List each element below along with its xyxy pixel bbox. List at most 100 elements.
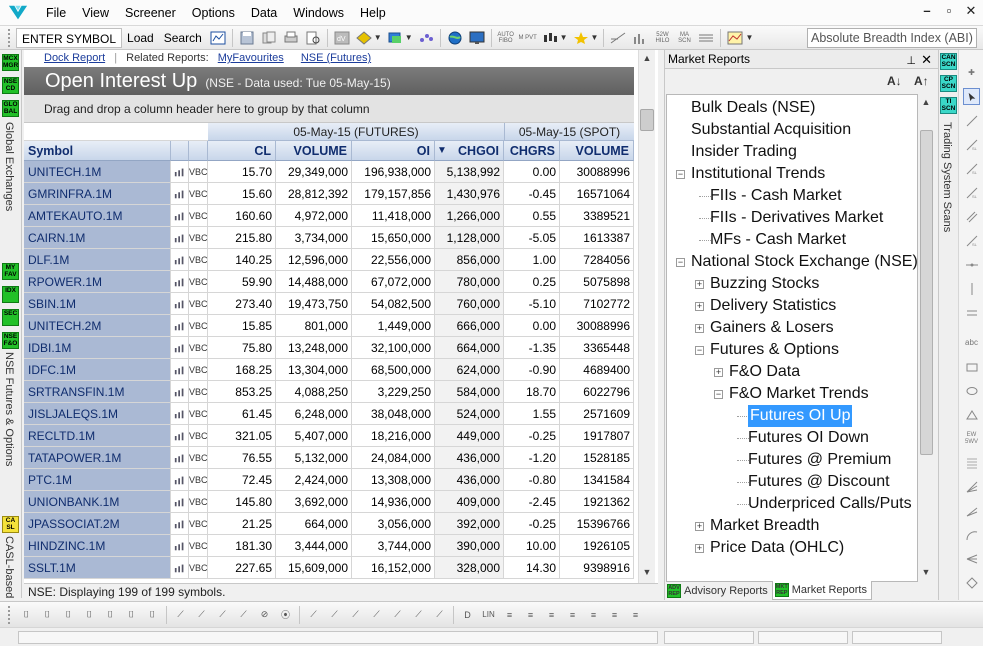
table-row[interactable]: IDFC.1M VBC 168.25 13,304,000 68,500,000 624,… (24, 359, 634, 381)
tree-item[interactable]: FIIs - Derivatives Market (710, 207, 883, 229)
indicator-chart-icon[interactable] (725, 29, 745, 47)
pointer-icon[interactable] (963, 88, 980, 105)
line-tool-icon[interactable] (963, 112, 980, 129)
menu-view[interactable]: View (74, 2, 117, 24)
nse-futures-options-tab[interactable]: NSE Futures & Options (3, 352, 15, 466)
rectangle-tool-icon[interactable] (963, 358, 980, 375)
draw-tool-icon[interactable]: ⟋ (430, 606, 449, 624)
global-exchanges-tab[interactable]: Global Exchanges (3, 122, 15, 211)
cell-symbol[interactable]: HINDZINC.1M (24, 535, 171, 557)
zoom-icon[interactable]: ≡ (563, 606, 582, 624)
chart-icon[interactable] (171, 535, 189, 557)
draw-tool-icon[interactable]: ⟋ (213, 606, 232, 624)
chart-icon[interactable] (171, 513, 189, 535)
chart-icon[interactable] (171, 381, 189, 403)
zoom-icon[interactable]: ≡ (542, 606, 561, 624)
sl-line-icon[interactable]: SL (963, 232, 980, 249)
toolbar-grip[interactable] (8, 605, 12, 624)
lines-icon[interactable] (696, 29, 716, 47)
table-row[interactable]: UNIONBANK.1M VBC 145.80 3,692,000 14,936,000… (24, 491, 634, 513)
table-row[interactable]: GMRINFRA.1M VBC 15.60 28,812,392 179,157,856… (24, 183, 634, 205)
tree-item[interactable]: National Stock Exchange (NSE) (691, 251, 917, 273)
column-header-chgrs[interactable]: CHGRS (504, 141, 560, 161)
chart-type-icon[interactable]: ⌷ (122, 606, 141, 624)
vbc-icon[interactable]: VBC (189, 403, 208, 425)
sl-line-icon[interactable]: SL (963, 160, 980, 177)
cell-symbol[interactable]: CAIRN.1M (24, 227, 171, 249)
vbc-icon[interactable]: VBC (189, 271, 208, 293)
draw-tool-icon[interactable]: ⟋ (192, 606, 211, 624)
chart-icon[interactable] (171, 271, 189, 293)
column-header-symbol[interactable]: Symbol (24, 141, 171, 161)
cell-symbol[interactable]: UNIONBANK.1M (24, 491, 171, 513)
parallel-lines-icon[interactable] (963, 304, 980, 321)
menu-file[interactable]: File (38, 2, 74, 24)
toolbar-grip[interactable] (8, 28, 12, 47)
my-favourites-link[interactable]: MyFavourites (218, 52, 284, 64)
column-header-volume[interactable]: VOLUME (276, 141, 352, 161)
chart-icon[interactable] (171, 557, 189, 579)
tree-item[interactable]: Bulk Deals (NSE) (691, 97, 815, 119)
chart-icon[interactable] (171, 205, 189, 227)
casl-badge-icon[interactable]: CA SL (2, 516, 19, 533)
chart-icon[interactable] (171, 227, 189, 249)
layers-icon[interactable] (385, 29, 405, 47)
tree-item[interactable]: FIIs - Cash Market (710, 185, 842, 207)
cell-symbol[interactable]: SBIN.1M (24, 293, 171, 315)
vbc-icon[interactable]: VBC (189, 249, 208, 271)
ma-scan-icon[interactable]: MA SCN (674, 29, 694, 47)
table-row[interactable]: CAIRN.1M VBC 215.80 3,734,000 15,650,000 1,12… (24, 227, 634, 249)
chart-icon[interactable] (171, 425, 189, 447)
draw-tool-icon[interactable]: ⟋ (388, 606, 407, 624)
copy-icon[interactable] (259, 29, 279, 47)
cell-symbol[interactable]: SSLT.1M (24, 557, 171, 579)
tree-item[interactable]: Buzzing Stocks (710, 273, 819, 295)
collapse-icon[interactable]: − (695, 346, 704, 355)
print-icon[interactable] (281, 29, 301, 47)
chart-type-icon[interactable]: ⌷ (101, 606, 120, 624)
chart-icon[interactable] (171, 491, 189, 513)
ellipse-tool-icon[interactable] (963, 382, 980, 399)
scroll-up-icon[interactable]: ▲ (918, 94, 934, 110)
table-row[interactable]: UNITECH.1M VBC 15.70 29,349,000 196,938,000 5… (24, 161, 634, 183)
lin-scale-icon[interactable]: LIN (479, 606, 498, 624)
zoom-icon[interactable]: ≡ (626, 606, 645, 624)
scrollbar-thumb[interactable] (920, 130, 933, 455)
draw-tool-icon[interactable]: ⦿ (276, 606, 295, 624)
tree-item[interactable]: Price Data (OHLC) (710, 537, 844, 559)
tree-item[interactable]: Futures @ Premium (748, 449, 891, 471)
m-pvt-icon[interactable]: M PVT (518, 29, 538, 47)
expand-icon[interactable]: + (695, 302, 704, 311)
cell-symbol[interactable]: DLF.1M (24, 249, 171, 271)
dropdown-arrow-icon[interactable]: ▼ (405, 33, 413, 42)
tree-item[interactable]: Institutional Trends (691, 163, 825, 185)
table-row[interactable]: DLF.1M VBC 140.25 12,596,000 22,556,000 856,0… (24, 249, 634, 271)
tree-vertical-scrollbar[interactable]: ▲ ▼ (918, 94, 935, 582)
group-by-drop-area[interactable]: Drag and drop a column header here to gr… (24, 95, 634, 123)
sl-line-icon[interactable]: SL (963, 184, 980, 201)
tree-item[interactable]: Substantial Acquisition (691, 119, 851, 141)
table-row[interactable]: AMTEKAUTO.1M VBC 160.60 4,972,000 11,418,000… (24, 205, 634, 227)
table-row[interactable]: SRTRANSFIN.1M VBC 853.25 4,088,250 3,229,250… (24, 381, 634, 403)
zoom-icon[interactable]: ≡ (605, 606, 624, 624)
sl-line-icon[interactable]: SL (963, 136, 980, 153)
delete-drawing-icon[interactable] (963, 574, 980, 591)
speed-lines-icon[interactable] (963, 502, 980, 519)
tree-item[interactable]: Gainers & Losers (710, 317, 834, 339)
text-tool-icon[interactable]: abc (963, 334, 980, 351)
menu-screener[interactable]: Screener (117, 2, 184, 24)
tree-item[interactable]: Market Breadth (710, 515, 819, 537)
draw-tool-icon[interactable]: ⟋ (304, 606, 323, 624)
chart-icon[interactable] (171, 359, 189, 381)
52w-hilo-icon[interactable]: 52W HILO (652, 29, 672, 47)
vbc-icon[interactable]: VBC (189, 381, 208, 403)
idx-badge-icon[interactable]: IDX (2, 286, 19, 303)
cell-symbol[interactable]: GMRINFRA.1M (24, 183, 171, 205)
decrease-font-button[interactable]: A↓ (887, 74, 902, 88)
menu-help[interactable]: Help (352, 2, 394, 24)
enter-symbol-button[interactable]: ENTER SYMBOL (16, 27, 123, 48)
tree-item[interactable]: Futures @ Discount (748, 471, 890, 493)
nse-futures-link[interactable]: NSE (Futures) (301, 52, 371, 64)
elliott-wave-icon[interactable]: EW 5WV (963, 430, 980, 447)
scroll-up-icon[interactable]: ▲ (639, 50, 655, 66)
